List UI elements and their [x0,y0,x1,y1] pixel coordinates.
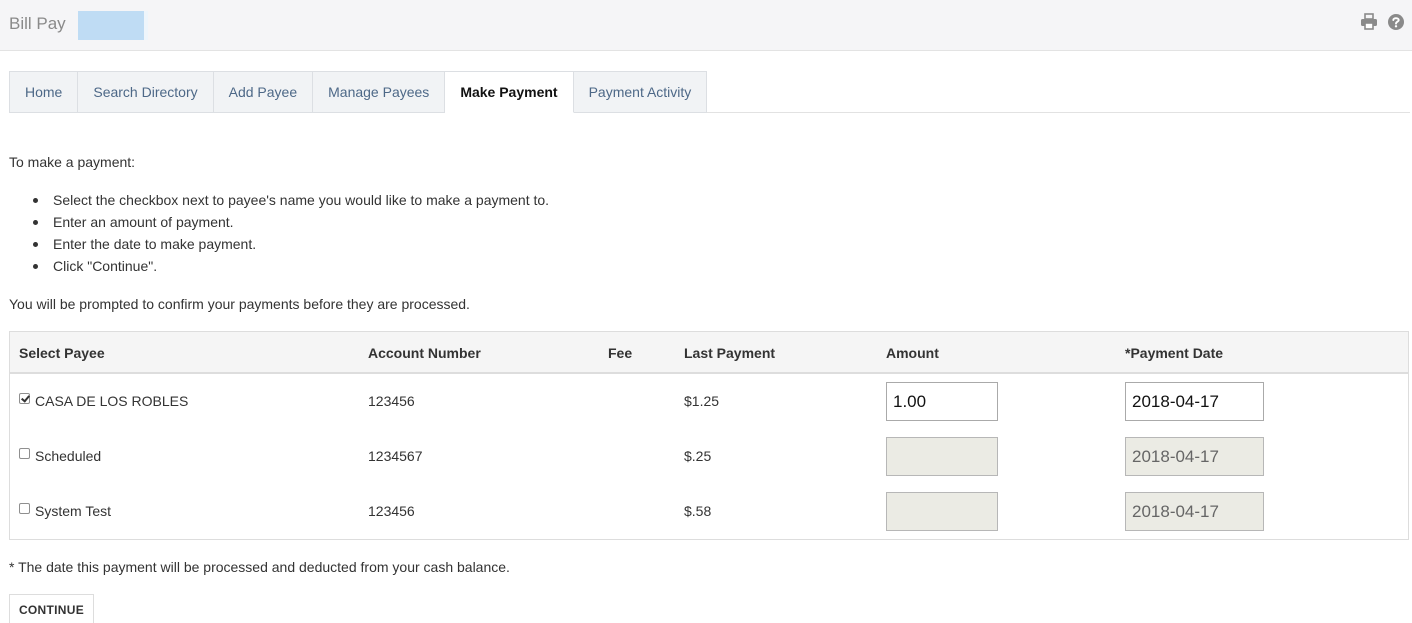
payee-checkbox[interactable] [19,503,30,514]
confirmation-prompt: You will be prompted to confirm your pay… [9,296,470,312]
header-account-number: Account Number [368,345,481,361]
header-last-payment: Last Payment [684,345,776,361]
instructions-list: Select the checkbox next to payee's name… [33,192,549,280]
header-select-payee: Select Payee [19,345,105,361]
payee-table: Select Payee Account Number Fee Last Pay… [9,331,1409,540]
payment-date-input[interactable] [1125,492,1264,531]
account-number: 123456 [368,393,415,409]
amount-input[interactable] [886,382,998,421]
redacted-account-name [78,11,148,40]
last-payment: $.58 [684,503,712,519]
last-payment: $.25 [684,448,712,464]
app-header: Bill Pay [0,0,1412,51]
tab-search-directory[interactable]: Search Directory [78,71,214,113]
instruction-step: Enter the date to make payment. [33,236,549,258]
tab-payment-activity[interactable]: Payment Activity [573,71,708,113]
tab-home[interactable]: Home [9,71,79,113]
tab-add-payee[interactable]: Add Payee [213,71,314,113]
header-payment-date: *Payment Date [1125,345,1224,361]
help-icon[interactable] [1387,13,1407,33]
tab-make-payment[interactable]: Make Payment [445,71,574,113]
instruction-step: Select the checkbox next to payee's name… [33,192,549,214]
payee-name: CASA DE LOS ROBLES [35,393,189,409]
instruction-step: Enter an amount of payment. [33,214,549,236]
table-header: Select Payee Account Number Fee Last Pay… [10,332,1408,374]
header-fee: Fee [608,345,633,361]
tab-bar: Home Search Directory Add Payee Manage P… [9,71,1411,113]
continue-button[interactable]: CONTINUE [9,594,94,623]
payment-date-footnote: * The date this payment will be processe… [9,559,510,575]
instructions-intro: To make a payment: [9,154,136,170]
tab-manage-payees[interactable]: Manage Payees [313,71,446,113]
app-title: Bill Pay [9,14,66,33]
payee-name: Scheduled [35,448,102,464]
account-number: 123456 [368,503,415,519]
payment-date-input[interactable] [1125,437,1264,476]
print-icon[interactable] [1360,13,1380,33]
last-payment: $1.25 [684,393,720,409]
header-amount: Amount [886,345,939,361]
account-number: 1234567 [368,448,423,464]
instruction-step: Click "Continue". [33,258,549,280]
payee-checkbox[interactable] [19,393,30,404]
amount-input[interactable] [886,437,998,476]
payee-name: System Test [35,503,111,519]
payee-checkbox[interactable] [19,448,30,459]
payment-date-input[interactable] [1125,382,1264,421]
amount-input[interactable] [886,492,998,531]
